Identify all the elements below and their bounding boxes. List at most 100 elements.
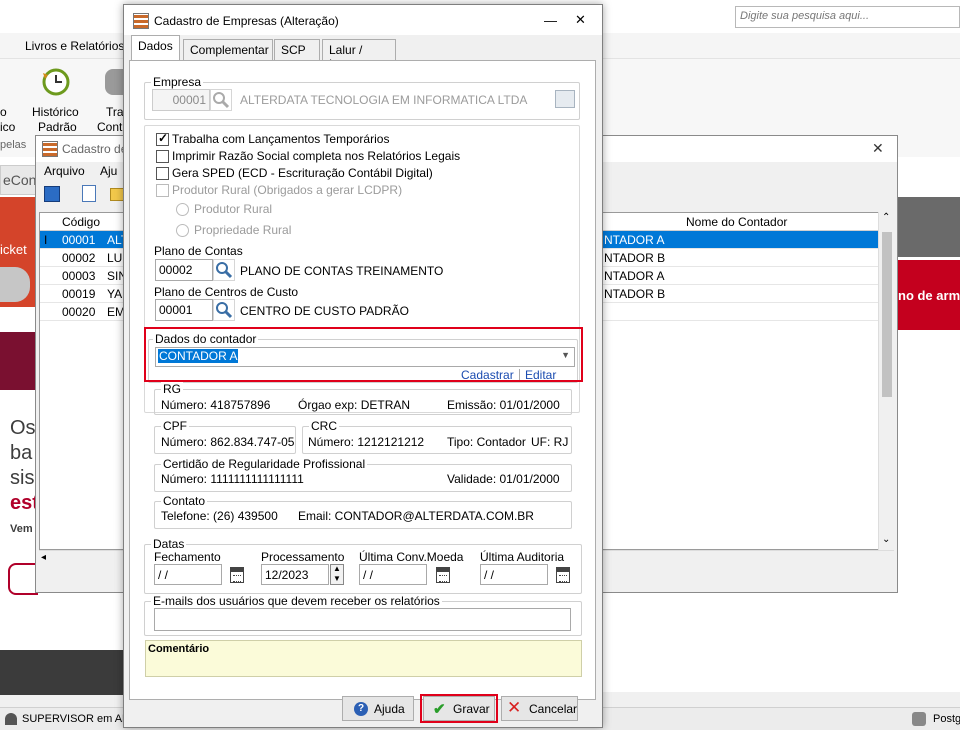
ribbon-tra-line1[interactable]: Tra [106, 105, 124, 119]
conv-moeda-field[interactable]: / / [359, 564, 427, 585]
spin-down-icon[interactable]: ▼ [333, 574, 341, 583]
produtor-radio-label: Produtor Rural [194, 202, 273, 216]
grid-scrollbar[interactable]: ⌃ ⌄ [878, 212, 894, 550]
plano-contas-label: Plano de Contas [154, 244, 243, 258]
propriedade-radio-label: Propriedade Rural [194, 223, 292, 237]
comentario-box[interactable]: Comentário [145, 640, 582, 677]
ribbon-group-label: pelas [0, 139, 27, 151]
fechamento-field[interactable]: / / [154, 564, 222, 585]
imprimir-label[interactable]: Imprimir Razão Social completa nos Relat… [172, 149, 460, 163]
minimize-icon[interactable]: — [544, 13, 557, 28]
ticket-label: icket [0, 242, 27, 257]
lock-icon[interactable] [105, 69, 125, 95]
tab-dados-page: Empresa 00001 ALTERDATA TECNOLOGIA EM IN… [129, 60, 596, 700]
ribbon-tra-line2[interactable]: Cont [97, 120, 122, 134]
promo-line-1: Os [10, 417, 36, 439]
auditoria-field[interactable]: / / [480, 564, 548, 585]
imprimir-checkbox[interactable] [156, 150, 169, 163]
processamento-field[interactable]: 12/2023 [261, 564, 329, 585]
col-nome-contador[interactable]: Nome do Contador [686, 215, 787, 229]
promo-line-3: sis [10, 467, 35, 489]
ribbon-partial-line2: ico [0, 120, 16, 134]
cell-codigo: 00020 [62, 305, 96, 319]
cadastro-empresas-dialog: Cadastro de Empresas (Alteração) — ✕ Dad… [123, 4, 603, 728]
cell-contador: NTADOR A [604, 233, 665, 247]
promo-button[interactable] [8, 563, 38, 595]
contato-group-title: Contato [161, 494, 208, 508]
certidao-validade: Validade: 01/01/2000 [447, 472, 560, 486]
save-icon[interactable] [44, 186, 60, 202]
history-clock-icon[interactable] [40, 67, 72, 97]
cell-codigo: 00001 [62, 233, 96, 247]
help-icon: ? [354, 702, 368, 716]
promo-line-2: ba [10, 442, 33, 464]
sped-checkbox[interactable] [156, 167, 169, 180]
certidao-numero: Número: 1111111111111111 [161, 472, 304, 486]
cell-codigo: 00002 [62, 251, 96, 265]
emails-input[interactable] [154, 608, 571, 631]
rg-numero: Número: 418757896 [161, 398, 271, 412]
ribbon-historico-line1[interactable]: Histórico [32, 105, 79, 119]
panel-tab[interactable]: eCont [0, 165, 40, 195]
produtor-label: Produtor Rural (Obrigados a gerar LCDPR) [172, 183, 403, 197]
right-banner-text: no de arm [898, 288, 960, 303]
tab-dados-label: Dados [138, 39, 173, 53]
cell-contador: NTADOR A [604, 269, 665, 283]
datas-group-title: Datas [151, 537, 187, 551]
new-document-icon[interactable] [82, 185, 96, 202]
search-icon[interactable] [213, 259, 235, 281]
database-icon [0, 267, 30, 302]
conv-moeda-label: Última Conv.Moeda [359, 550, 464, 564]
cancelar-button[interactable]: ✕ Cancelar [501, 696, 578, 721]
tab-dados[interactable]: Dados [131, 35, 180, 61]
tab-lalur[interactable]: Lalur / Lacs [322, 39, 396, 71]
promo-line-5: Vem [10, 523, 33, 535]
trabalha-checkbox[interactable]: ✓ [156, 131, 169, 146]
ajuda-button[interactable]: ? Ajuda [342, 696, 414, 721]
menu-ajuda[interactable]: Aju [100, 164, 117, 178]
plano-custos-code-field[interactable]: 00001 [155, 299, 213, 321]
cell-nome: LU [107, 251, 123, 265]
window-title: Cadastro de [62, 142, 128, 156]
col-codigo[interactable]: Código [62, 215, 100, 229]
tab-complementar-label: Complementar [190, 43, 269, 57]
crc-group-title: CRC [309, 419, 339, 433]
calendar-icon[interactable] [230, 567, 244, 583]
tab-complementar[interactable]: Complementar [183, 39, 273, 61]
close-icon[interactable]: ✕ [575, 12, 586, 28]
scrollbar-thumb[interactable] [882, 232, 892, 397]
cpf-group-title: CPF [161, 419, 189, 433]
processamento-spinner[interactable]: ▲ ▼ [330, 564, 344, 585]
user-icon [5, 713, 17, 725]
promo-graphic [0, 332, 36, 390]
certidao-group-title: Certidão de Regularidade Profissional [161, 457, 368, 471]
crc-uf: UF: RJ [531, 435, 569, 449]
contato-email: Email: CONTADOR@ALTERDATA.COM.BR [298, 509, 534, 523]
menu-item-livros[interactable]: Livros e Relatórios [25, 39, 124, 53]
ticket-banner[interactable]: icket [0, 197, 36, 307]
calendar-icon[interactable] [436, 567, 450, 583]
chevron-down-icon[interactable]: ⌄ [882, 534, 890, 545]
menu-arquivo[interactable]: Arquivo [44, 164, 85, 178]
dialog-titlebar: Cadastro de Empresas (Alteração) — ✕ [124, 5, 602, 35]
sped-label[interactable]: Gera SPED (ECD - Escrituração Contábil D… [172, 166, 433, 180]
auditoria-label: Última Auditoria [480, 550, 565, 564]
ribbon-historico-line2[interactable]: Padrão [38, 120, 77, 134]
search-input[interactable]: Digite sua pesquisa aqui... [735, 6, 960, 28]
chevron-up-icon[interactable]: ⌃ [882, 212, 890, 223]
plano-contas-code-field[interactable]: 00002 [155, 259, 213, 281]
crc-tipo: Tipo: Contador [447, 435, 526, 449]
comentario-label: Comentário [148, 643, 210, 655]
calendar-icon[interactable] [556, 567, 570, 583]
cell-codigo: 00003 [62, 269, 96, 283]
cancel-x-icon: ✕ [507, 698, 522, 717]
chevron-left-icon[interactable]: ◂ [41, 552, 46, 563]
produtor-checkbox [156, 184, 169, 197]
search-icon[interactable] [213, 299, 235, 321]
trabalha-label[interactable]: Trabalha com Lançamentos Temporários [172, 132, 389, 146]
produtor-radio [176, 203, 189, 216]
tab-scp[interactable]: SCP [274, 39, 320, 61]
spin-up-icon[interactable]: ▲ [333, 564, 341, 573]
close-icon[interactable]: ✕ [872, 140, 884, 157]
row-cursor-icon: I [44, 233, 48, 247]
